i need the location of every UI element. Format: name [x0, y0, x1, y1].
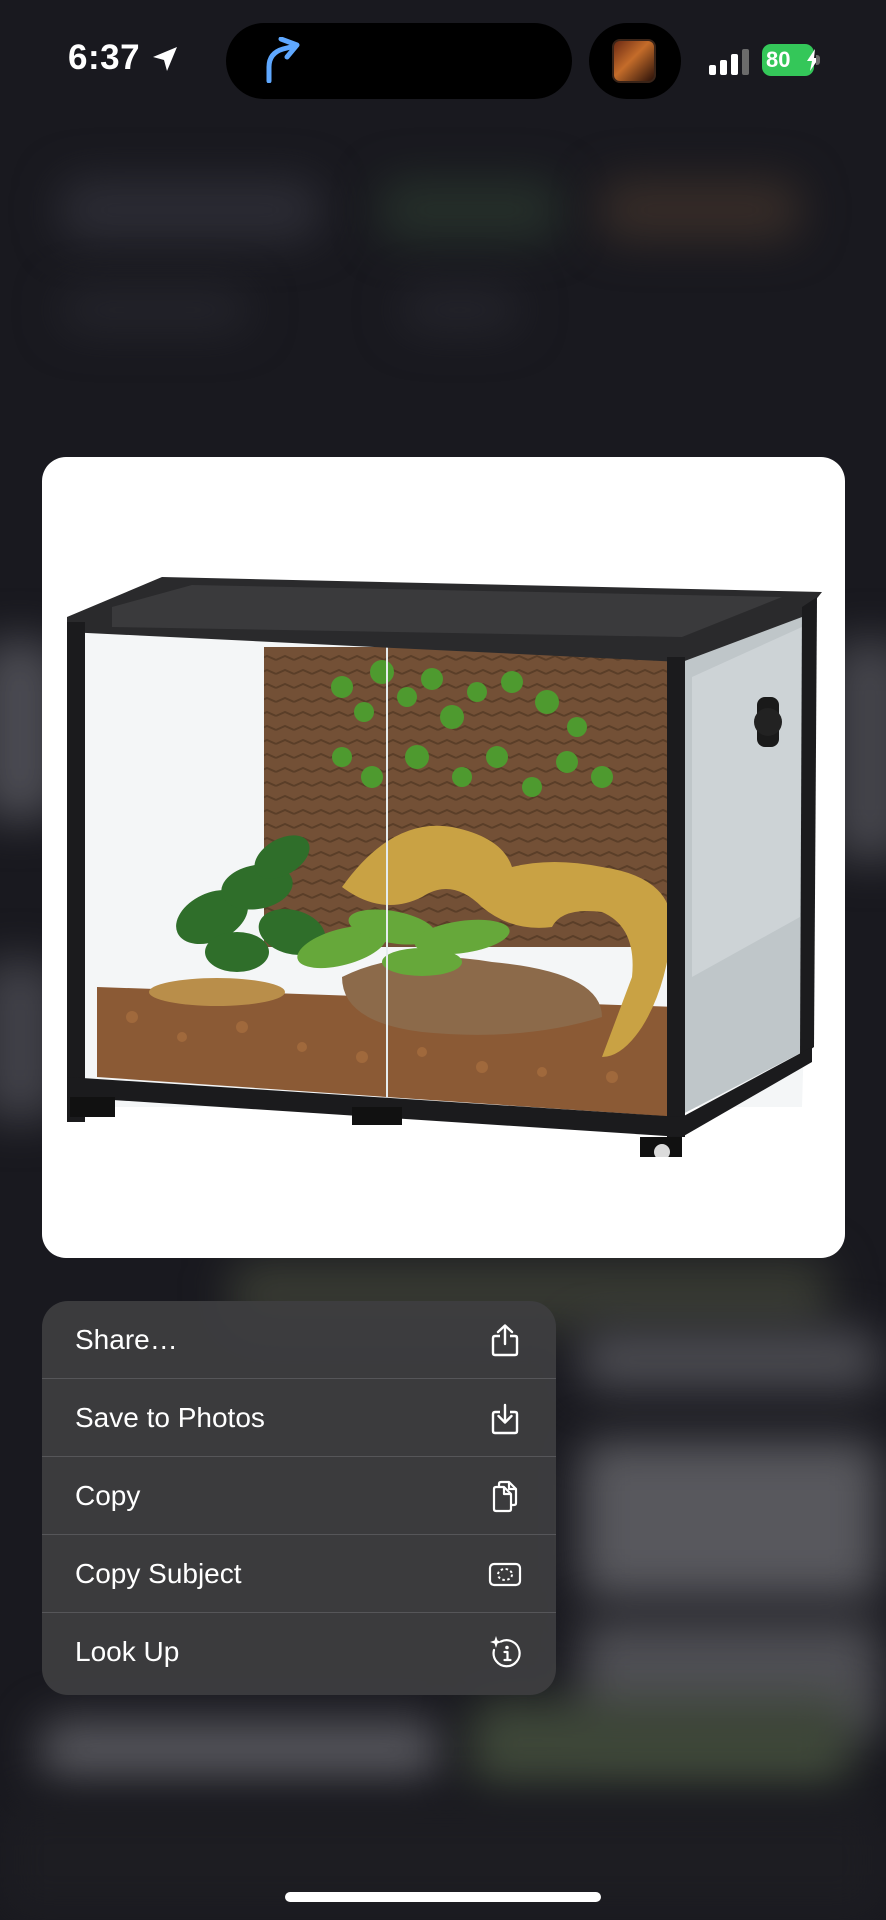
- save-to-photos-icon: [491, 1403, 519, 1435]
- menu-item-copy[interactable]: Copy: [42, 1457, 556, 1535]
- menu-item-copy-subject[interactable]: Copy Subject: [42, 1535, 556, 1613]
- location-arrow-icon: [153, 47, 177, 71]
- battery-indicator: 80: [762, 44, 822, 76]
- menu-item-share[interactable]: Share…: [42, 1301, 556, 1379]
- status-bar: 6:37 80: [0, 0, 886, 120]
- image-preview[interactable]: [42, 457, 845, 1258]
- status-time: 6:37: [68, 38, 141, 77]
- cellular-signal-icon: [709, 49, 749, 75]
- menu-item-label: Look Up: [75, 1636, 180, 1667]
- home-indicator[interactable]: [285, 1892, 601, 1902]
- now-playing-island[interactable]: [589, 23, 681, 99]
- menu-item-label: Share…: [75, 1324, 178, 1355]
- menu-item-label: Copy Subject: [75, 1558, 242, 1589]
- context-menu: Share… Save to Photos Copy Copy Subject: [42, 1301, 556, 1695]
- menu-item-save-to-photos[interactable]: Save to Photos: [42, 1379, 556, 1457]
- copy-icon: [492, 1480, 518, 1513]
- copy-subject-icon: [488, 1562, 522, 1587]
- terrarium-image: [67, 577, 822, 1160]
- menu-item-label: Copy: [75, 1480, 141, 1511]
- dynamic-island[interactable]: [226, 23, 572, 99]
- share-icon: [491, 1324, 519, 1357]
- menu-item-label: Save to Photos: [75, 1402, 265, 1433]
- navigation-turn-icon: [266, 37, 300, 83]
- album-art-thumbnail: [612, 39, 656, 83]
- menu-item-look-up[interactable]: Look Up: [42, 1613, 556, 1691]
- look-up-icon: [490, 1636, 521, 1668]
